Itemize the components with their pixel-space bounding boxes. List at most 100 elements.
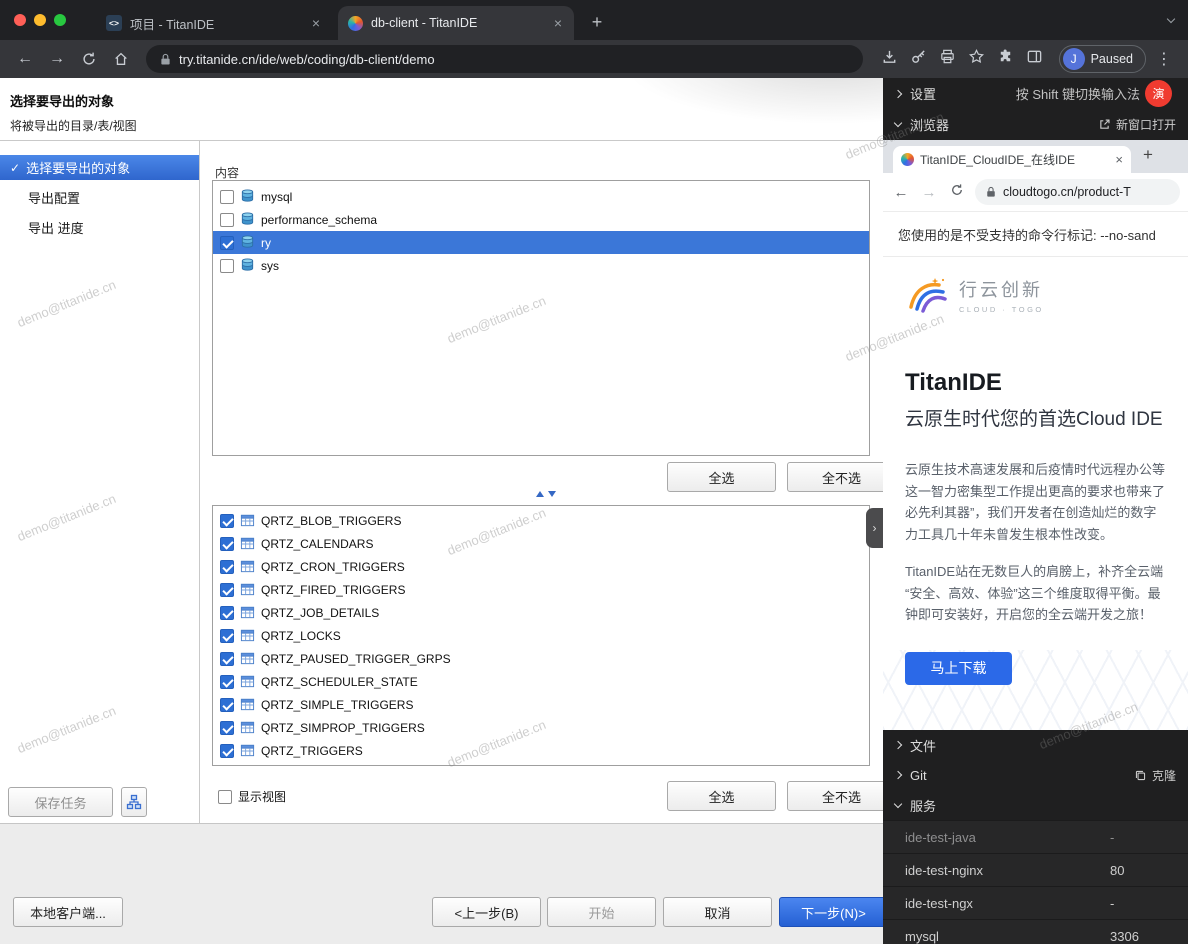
table-row[interactable]: QRTZ_JOB_DETAILS [213, 601, 869, 624]
forward-icon[interactable]: → [919, 184, 939, 201]
browser-tab-project[interactable]: <> 项目 - TitanIDE × [96, 6, 332, 40]
extensions-icon[interactable] [997, 48, 1014, 70]
step-label: 选择要导出的对象 [26, 158, 130, 177]
next-step-button[interactable]: 下一步(N)> [779, 897, 883, 927]
service-row[interactable]: mysql 3306 [883, 919, 1188, 944]
close-tab-icon[interactable]: × [552, 15, 564, 31]
reload-icon[interactable] [947, 183, 967, 201]
open-new-window-button[interactable]: 新窗口打开 [1098, 116, 1176, 133]
row-checkbox[interactable] [220, 236, 234, 250]
table-list[interactable]: QRTZ_BLOB_TRIGGERS QRTZ_CALENDARS QRTZ_C… [212, 505, 870, 766]
forward-icon[interactable]: → [42, 45, 72, 73]
service-row[interactable]: ide-test-nginx 80 [883, 853, 1188, 886]
download-button[interactable]: 马上下载 [905, 652, 1012, 685]
close-window-button[interactable] [14, 14, 26, 26]
new-tab-button[interactable]: + [585, 10, 609, 34]
side-panel-icon[interactable] [1026, 48, 1043, 70]
new-tab-button[interactable]: + [1143, 145, 1153, 165]
download-icon[interactable] [881, 48, 898, 70]
select-all-button[interactable]: 全选 [667, 781, 776, 811]
database-row[interactable]: ry [213, 231, 869, 254]
embedded-browser-tab[interactable]: TitanIDE_CloudIDE_在线IDE × [893, 146, 1131, 173]
table-row[interactable]: gen_table [213, 762, 869, 766]
splitter-handle[interactable] [536, 491, 556, 497]
back-icon[interactable]: ← [10, 45, 40, 73]
service-port: - [1110, 830, 1114, 845]
close-tab-icon[interactable]: × [1115, 152, 1123, 167]
key-icon[interactable] [910, 48, 927, 70]
row-checkbox[interactable] [220, 606, 234, 620]
row-checkbox[interactable] [220, 190, 234, 204]
wizard-step-select-objects[interactable]: ✓ 选择要导出的对象 [0, 155, 199, 180]
reload-icon[interactable] [74, 45, 104, 73]
show-views-option[interactable]: 显示视图 [218, 788, 286, 805]
row-checkbox[interactable] [220, 629, 234, 643]
show-views-checkbox[interactable] [218, 790, 232, 804]
export-structure-button[interactable] [121, 787, 147, 817]
table-row[interactable]: QRTZ_PAUSED_TRIGGER_GRPS [213, 647, 869, 670]
home-icon[interactable] [106, 45, 136, 73]
service-name: ide-test-nginx [905, 863, 983, 878]
settings-label: 设置 [910, 84, 936, 103]
row-checkbox[interactable] [220, 560, 234, 574]
browser-tab-db-client[interactable]: db-client - TitanIDE × [338, 6, 574, 40]
fullscreen-window-button[interactable] [54, 14, 66, 26]
embedded-address-bar[interactable]: cloudtogo.cn/product-T [975, 179, 1180, 205]
row-checkbox[interactable] [220, 675, 234, 689]
row-checkbox[interactable] [220, 259, 234, 273]
save-task-button[interactable]: 保存任务 [8, 787, 113, 817]
database-row[interactable]: sys [213, 254, 869, 277]
services-section-header[interactable]: 服务 [883, 790, 1188, 820]
row-checkbox[interactable] [220, 721, 234, 735]
row-checkbox[interactable] [220, 514, 234, 528]
select-all-button[interactable]: 全选 [667, 462, 776, 492]
minimize-window-button[interactable] [34, 14, 46, 26]
demo-badge[interactable]: 演 [1145, 80, 1172, 107]
profile-chip[interactable]: J Paused [1059, 45, 1146, 73]
service-port: 80 [1110, 863, 1124, 878]
files-section-header[interactable]: 文件 [883, 730, 1188, 760]
cancel-button[interactable]: 取消 [663, 897, 772, 927]
table-row[interactable]: QRTZ_LOCKS [213, 624, 869, 647]
settings-section-header[interactable]: 设置 按 Shift 键切换输入法 [883, 78, 1188, 109]
print-icon[interactable] [939, 48, 956, 70]
browser-section-header[interactable]: 浏览器 新窗口打开 [883, 109, 1188, 140]
service-row[interactable]: ide-test-ngx - [883, 886, 1188, 919]
table-row[interactable]: QRTZ_FIRED_TRIGGERS [213, 578, 869, 601]
table-row[interactable]: QRTZ_TRIGGERS [213, 739, 869, 762]
database-row[interactable]: mysql [213, 185, 869, 208]
wizard-step-export-config[interactable]: 导出配置 [0, 185, 199, 210]
service-row[interactable]: ide-test-java - [883, 820, 1188, 853]
select-none-button[interactable]: 全不选 [787, 781, 883, 811]
previous-step-button[interactable]: <上一步(B) [432, 897, 541, 927]
address-bar[interactable]: try.titanide.cn/ide/web/coding/db-client… [146, 45, 863, 73]
row-checkbox[interactable] [220, 744, 234, 758]
table-row[interactable]: QRTZ_SIMPLE_TRIGGERS [213, 693, 869, 716]
table-row[interactable]: QRTZ_CRON_TRIGGERS [213, 555, 869, 578]
browser-menu-icon[interactable]: ⋮ [1150, 49, 1178, 69]
database-list[interactable]: mysql performance_schema ry [212, 180, 870, 456]
table-row[interactable]: QRTZ_BLOB_TRIGGERS [213, 509, 869, 532]
row-checkbox[interactable] [220, 213, 234, 227]
git-section-header[interactable]: Git 克隆 [883, 760, 1188, 790]
panel-expander-handle[interactable]: › [866, 508, 883, 548]
back-icon[interactable]: ← [891, 184, 911, 201]
table-row[interactable]: QRTZ_SCHEDULER_STATE [213, 670, 869, 693]
wizard-step-export-progress[interactable]: 导出 进度 [0, 215, 199, 240]
database-row[interactable]: performance_schema [213, 208, 869, 231]
start-button[interactable]: 开始 [547, 897, 656, 927]
table-name: QRTZ_FIRED_TRIGGERS [261, 583, 405, 597]
local-client-button[interactable]: 本地客户端... [13, 897, 123, 927]
select-none-button[interactable]: 全不选 [787, 462, 883, 492]
table-row[interactable]: QRTZ_SIMPROP_TRIGGERS [213, 716, 869, 739]
git-clone-button[interactable]: 克隆 [1134, 767, 1176, 784]
table-name: QRTZ_JOB_DETAILS [261, 606, 379, 620]
tab-search-chevron-icon[interactable] [1168, 9, 1174, 27]
close-tab-icon[interactable]: × [310, 15, 322, 31]
row-checkbox[interactable] [220, 652, 234, 666]
bookmark-star-icon[interactable] [968, 48, 985, 70]
table-row[interactable]: QRTZ_CALENDARS [213, 532, 869, 555]
row-checkbox[interactable] [220, 537, 234, 551]
row-checkbox[interactable] [220, 698, 234, 712]
row-checkbox[interactable] [220, 583, 234, 597]
